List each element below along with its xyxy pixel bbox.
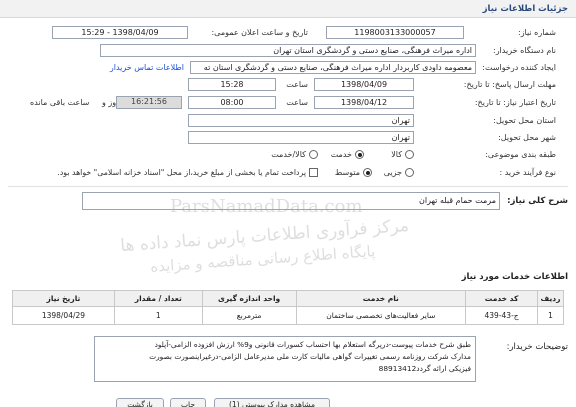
validity-label: تاریخ اعتبار نیاز: تا تاریخ: — [474, 98, 556, 107]
col-row: ردیف — [537, 290, 564, 307]
print-button[interactable]: چاپ — [170, 398, 206, 407]
city-label: شهر محل تحویل: — [498, 133, 556, 142]
category-radio-goods[interactable] — [405, 150, 414, 159]
announce-label: تاریخ و ساعت اعلان عمومی: — [211, 28, 308, 37]
buyer-field[interactable]: اداره میراث فرهنگی، صنایع دستی و گردشگری… — [100, 44, 476, 57]
buyer-notes-line: فیزیکی ارائه گردد88913412 — [378, 364, 471, 373]
buyer-notes-box[interactable]: طبق شرح خدمات پیوست-درپرگه استعلام بها ا… — [94, 336, 476, 382]
creator-label: ایجاد کننده درخواست: — [482, 63, 556, 72]
send-deadline-label: مهلت ارسال پاسخ: تا تاریخ: — [463, 80, 556, 89]
need-number-label: شماره نیاز: — [518, 28, 556, 37]
province-field[interactable]: تهران — [188, 114, 414, 127]
remaining-label: ساعت باقی مانده — [30, 98, 90, 107]
cell-name: سایر فعالیت‌های تخصصی ساختمان — [295, 306, 467, 325]
summary-field[interactable]: مرمت حمام قبله تهران — [82, 192, 500, 210]
city-field[interactable]: تهران — [188, 131, 414, 144]
attachments-button[interactable]: مشاهده مدارک پیوستی (1) — [214, 398, 330, 407]
col-code: کد خدمت — [465, 290, 539, 307]
watermark-line1: مرکز فرآوری اطلاعات پارس نماد داده ها — [119, 215, 410, 257]
buyer-notes-label: توضیحات خریدار: — [506, 342, 568, 352]
cell-row: 1 — [537, 306, 564, 325]
validity-time-field[interactable]: 08:00 — [188, 96, 276, 109]
buyer-notes-line: طبق شرح خدمات پیوست-درپرگه استعلام بها ا… — [154, 340, 471, 349]
announce-field[interactable]: 1398/04/09 - 15:29 — [52, 26, 188, 39]
treasury-note: پرداخت تمام یا بخشی از مبلغ خرید،از محل … — [57, 168, 306, 177]
table-row[interactable]: 1 ج-43-439 سایر فعالیت‌های تخصصی ساختمان… — [12, 306, 564, 325]
cell-date: 1398/04/29 — [12, 306, 115, 325]
col-qty: تعداد / مقدار — [113, 290, 203, 307]
category-option-goods-service: کالا/خدمت — [271, 150, 306, 159]
back-button[interactable]: بازگشت — [116, 398, 164, 407]
col-unit: واحد اندازه گیری — [201, 290, 297, 307]
purchase-radio-medium[interactable] — [363, 168, 372, 177]
send-time-field[interactable]: 15:28 — [188, 78, 276, 91]
need-number-field[interactable]: 1198003133000057 — [326, 26, 464, 39]
send-time-label: ساعت — [286, 80, 308, 89]
page-header: جزئیات اطلاعات نیاز — [0, 0, 576, 18]
services-table: ردیف کد خدمت نام خدمت واحد اندازه گیری ت… — [12, 290, 564, 325]
validity-date-field[interactable]: 1398/04/12 — [314, 96, 414, 109]
category-radio-goods-service[interactable] — [309, 150, 318, 159]
purchase-radio-minor[interactable] — [405, 168, 414, 177]
col-name: نام خدمت — [295, 290, 467, 307]
purchase-option-medium: متوسط — [334, 168, 360, 177]
send-date-field[interactable]: 1398/04/09 — [314, 78, 414, 91]
creator-field[interactable]: معصومه داودی کاربردار اداره میراث فرهنگی… — [190, 61, 476, 74]
treasury-checkbox[interactable] — [309, 168, 318, 177]
category-option-goods: کالا — [391, 150, 402, 159]
buyer-notes-line: مدارک شرکت روزنامه رسمی تغییرات گواهی ما… — [149, 352, 471, 361]
category-radio-service[interactable] — [355, 150, 364, 159]
category-label: طبقه بندی موضوعی: — [485, 150, 556, 159]
summary-label: شرح کلی نیاز: — [507, 196, 568, 206]
cell-unit: مترمربع — [201, 306, 297, 325]
province-label: استان محل تحویل: — [493, 116, 556, 125]
page-title: جزئیات اطلاعات نیاز — [482, 4, 568, 14]
col-date: تاریخ نیاز — [12, 290, 115, 307]
cell-code: ج-43-439 — [465, 306, 539, 325]
services-title: اطلاعات خدمات مورد نیاز — [461, 272, 568, 282]
validity-time-label: ساعت — [286, 98, 308, 107]
watermark-line2: پایگاه اطلاع رسانی مناقصه و مزایده — [149, 242, 376, 276]
divider — [8, 186, 568, 187]
purchase-label: نوع فرآیند خرید : — [499, 168, 556, 177]
remaining-time-field: 16:21:56 — [116, 96, 182, 109]
purchase-option-minor: جزیی — [383, 168, 402, 177]
cell-qty: 1 — [113, 306, 203, 325]
buyer-label: نام دستگاه خریدار: — [493, 46, 556, 55]
buyer-contact-link[interactable]: اطلاعات تماس خریدار — [110, 63, 184, 72]
category-option-service: خدمت — [330, 150, 352, 159]
